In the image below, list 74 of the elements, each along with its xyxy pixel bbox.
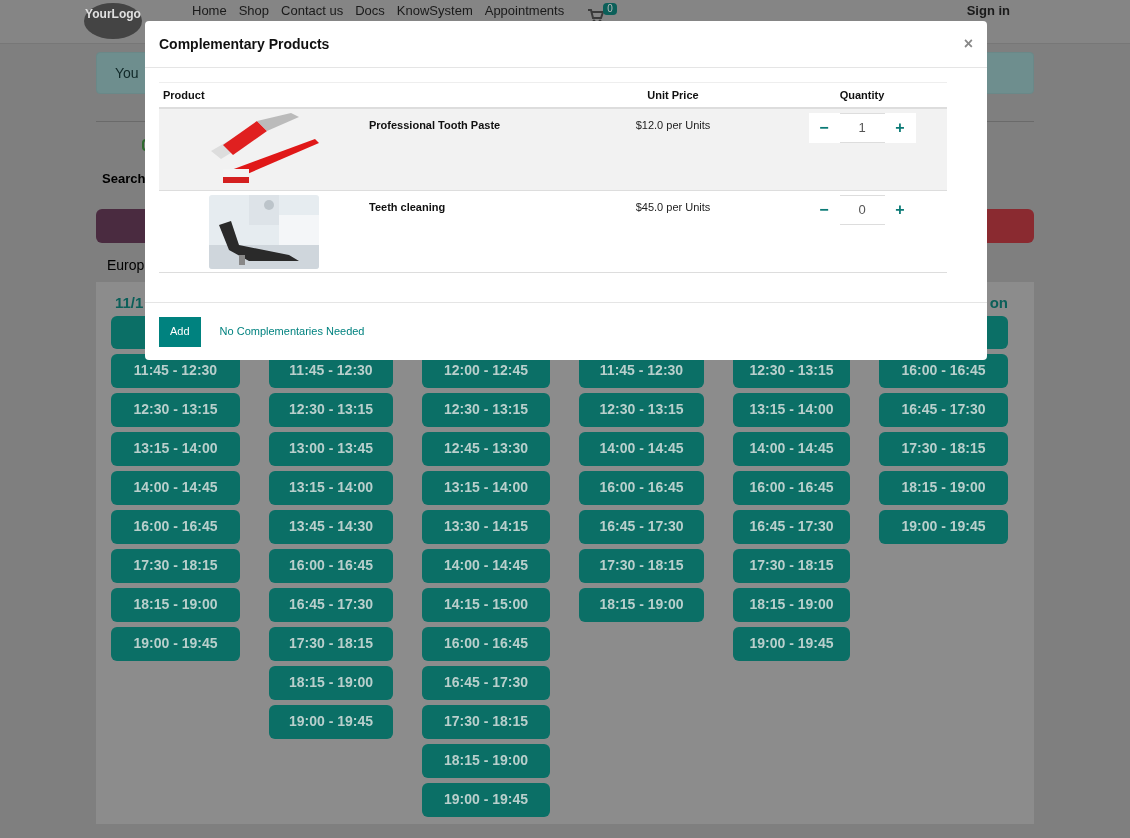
- time-slot-button[interactable]: 17:30 - 18:15: [422, 704, 550, 739]
- quantity-field[interactable]: 1: [839, 113, 885, 143]
- timezone-label: Europ: [107, 255, 145, 275]
- time-slot-button[interactable]: 13:30 - 14:15: [422, 509, 550, 544]
- time-slot-button[interactable]: 19:00 - 19:45: [879, 509, 1008, 544]
- logo: YourLogo: [84, 3, 142, 39]
- quantity-field[interactable]: 0: [839, 195, 885, 225]
- unit-price: $12.0 per Units: [634, 118, 712, 133]
- time-slot-button[interactable]: 16:00 - 16:45: [733, 470, 850, 505]
- time-slot-button[interactable]: 17:30 - 18:15: [879, 431, 1008, 466]
- time-slot-button[interactable]: 16:00 - 16:45: [579, 470, 704, 505]
- time-slot-button[interactable]: 17:30 - 18:15: [111, 548, 240, 583]
- product-name: Professional Tooth Paste: [369, 118, 502, 133]
- time-slot-button[interactable]: 13:45 - 14:30: [269, 509, 393, 544]
- time-slot-button[interactable]: 16:45 - 17:30: [269, 587, 393, 622]
- search-label: Search: [102, 170, 146, 188]
- minus-button[interactable]: −: [808, 113, 840, 143]
- time-slot-button[interactable]: 14:00 - 14:45: [733, 431, 850, 466]
- time-slot-button[interactable]: 12:30 - 13:15: [579, 392, 704, 427]
- modal-title: Complementary Products: [159, 34, 330, 54]
- add-button[interactable]: Add: [159, 316, 201, 347]
- time-slot-button[interactable]: 16:45 - 17:30: [879, 392, 1008, 427]
- time-slot-button[interactable]: 12:30 - 13:15: [422, 392, 550, 427]
- nav-link[interactable]: KnowSystem: [396, 3, 473, 19]
- time-slot-button[interactable]: 16:45 - 17:30: [422, 665, 550, 700]
- time-slot-button[interactable]: 13:15 - 14:00: [269, 470, 393, 505]
- nav-link[interactable]: Contact us: [281, 3, 344, 19]
- time-slot-button[interactable]: 17:30 - 18:15: [733, 548, 850, 583]
- time-slot-button[interactable]: 14:15 - 15:00: [422, 587, 550, 622]
- nav-link[interactable]: Home: [192, 3, 227, 19]
- time-slot-button[interactable]: 13:15 - 14:00: [733, 392, 850, 427]
- time-slot-button[interactable]: 14:00 - 14:45: [579, 431, 704, 466]
- quantity-stepper[interactable]: − 1 +: [808, 113, 916, 143]
- close-button[interactable]: ×: [963, 36, 973, 52]
- time-slot-button[interactable]: 13:15 - 14:00: [422, 470, 550, 505]
- table-row[interactable]: Professional Tooth Paste $12.0 per Units − 1 +: [159, 109, 947, 191]
- time-slot-button[interactable]: 13:00 - 13:45: [269, 431, 393, 466]
- time-slot-button[interactable]: 13:15 - 14:00: [111, 431, 240, 466]
- time-slot-button[interactable]: 16:45 - 17:30: [579, 509, 704, 544]
- plus-button[interactable]: +: [884, 113, 916, 143]
- sign-in-link[interactable]: Sign in: [966, 3, 1010, 19]
- time-slot-button[interactable]: 12:30 - 13:15: [111, 392, 240, 427]
- nav-link[interactable]: Appointments: [484, 3, 565, 19]
- time-slot-button[interactable]: 19:00 - 19:45: [733, 626, 850, 661]
- plus-button[interactable]: +: [884, 195, 916, 225]
- time-slot-button[interactable]: 14:00 - 14:45: [111, 470, 240, 505]
- time-slot-button[interactable]: 18:15 - 19:00: [579, 587, 704, 622]
- product-name: Teeth cleaning: [369, 200, 447, 215]
- time-slot-button[interactable]: 16:00 - 16:45: [269, 548, 393, 583]
- time-slot-button[interactable]: 19:00 - 19:45: [422, 782, 550, 817]
- nav-link[interactable]: Docs: [355, 3, 385, 19]
- time-slot-button[interactable]: 18:15 - 19:00: [422, 743, 550, 778]
- time-slot-button[interactable]: 19:00 - 19:45: [111, 626, 240, 661]
- nav-link[interactable]: Shop: [238, 3, 270, 19]
- date-header: on: [989, 292, 1008, 312]
- time-slot-button[interactable]: 18:15 - 19:00: [111, 587, 240, 622]
- time-slot-button[interactable]: 18:15 - 19:00: [733, 587, 850, 622]
- minus-button[interactable]: −: [808, 195, 840, 225]
- time-slot-button[interactable]: 16:00 - 16:45: [111, 509, 240, 544]
- time-slot-button[interactable]: 12:45 - 13:30: [422, 431, 550, 466]
- time-slot-button[interactable]: 17:30 - 18:15: [579, 548, 704, 583]
- time-slot-button[interactable]: 12:30 - 13:15: [269, 392, 393, 427]
- unit-price: $45.0 per Units: [634, 200, 712, 215]
- skip-link[interactable]: No Complementaries Needed: [219, 323, 365, 340]
- time-slot-button[interactable]: 19:00 - 19:45: [269, 704, 393, 739]
- time-slot-button[interactable]: 16:00 - 16:45: [422, 626, 550, 661]
- time-slot-button[interactable]: 17:30 - 18:15: [269, 626, 393, 661]
- time-slot-button[interactable]: 14:00 - 14:45: [422, 548, 550, 583]
- quantity-stepper[interactable]: − 0 +: [808, 195, 916, 225]
- time-slot-button[interactable]: 18:15 - 19:00: [879, 470, 1008, 505]
- time-slot-button[interactable]: 16:45 - 17:30: [733, 509, 850, 544]
- time-slot-button[interactable]: 18:15 - 19:00: [269, 665, 393, 700]
- cart-count-badge: 0: [603, 3, 617, 15]
- date-header: 11/1: [115, 292, 144, 312]
